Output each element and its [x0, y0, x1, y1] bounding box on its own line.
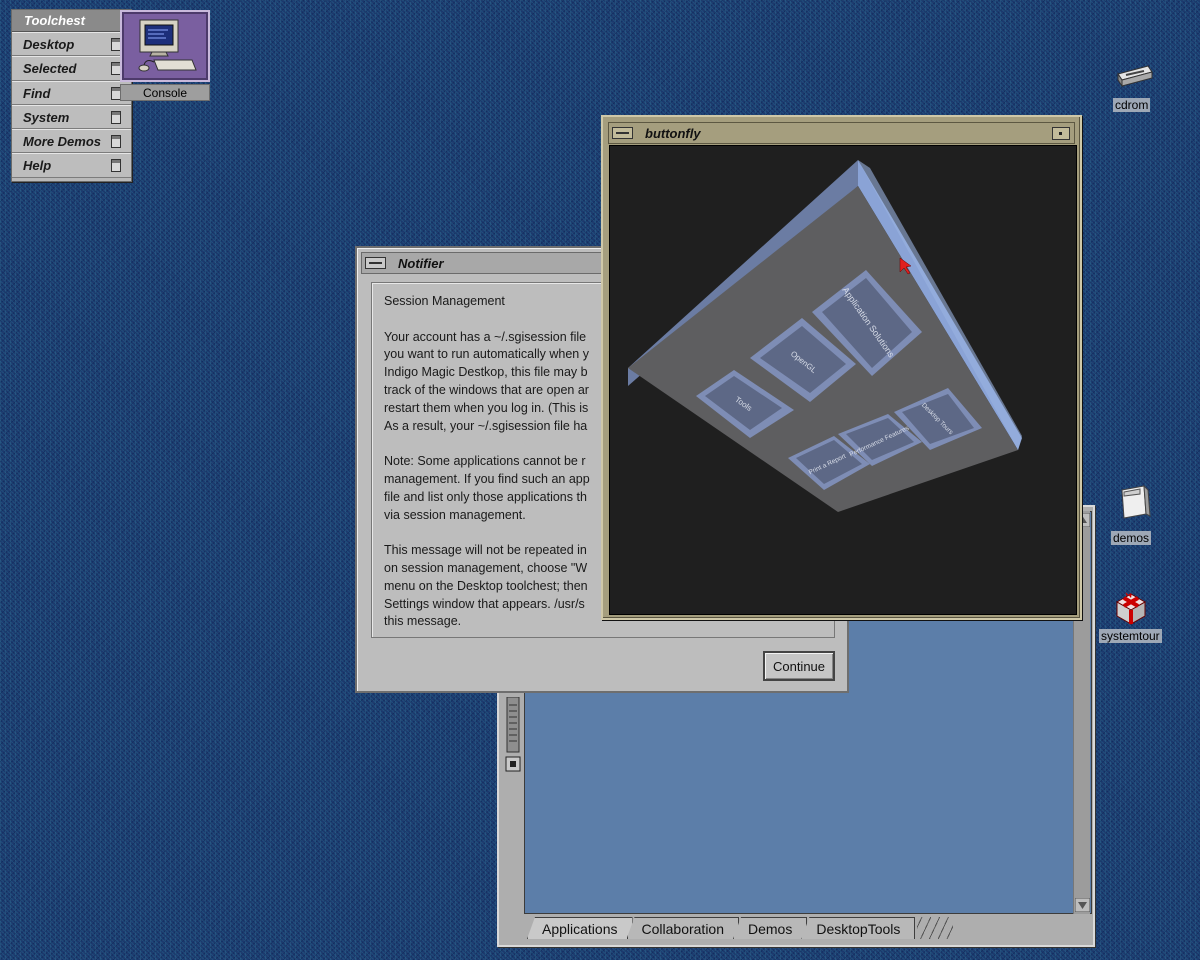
buttonfly-titlebar[interactable]: buttonfly	[608, 122, 1075, 144]
console-icon-label: Console	[120, 84, 210, 101]
text-line: restart them when you log in. (This is	[384, 400, 589, 415]
tab-demos[interactable]: Demos	[733, 917, 808, 939]
text-line: menu on the Desktop toolchest; then	[384, 578, 588, 593]
toolchest-item-label: Help	[23, 158, 52, 174]
text-line: Settings window that appears. /usr/s	[384, 596, 585, 611]
toolchest-item-find[interactable]: Find	[12, 80, 131, 105]
text-line: Indigo Magic Destkop, this file may b	[384, 365, 588, 380]
toolchest-item-more-demos[interactable]: More Demos	[12, 129, 131, 154]
tab-overflow-control[interactable]	[917, 917, 954, 939]
text-line: file and list only those applications th	[384, 489, 587, 504]
submenu-indicator-icon	[111, 159, 121, 173]
gift-box-icon	[1115, 592, 1147, 625]
toolchest-item-system[interactable]: System	[12, 104, 131, 130]
text-line: on session management, choose "W	[384, 560, 588, 575]
text-line: you want to run automatically when y	[384, 347, 589, 362]
buttonfly-window: buttonfly Tools OpenGL Application Solut…	[601, 115, 1082, 620]
submenu-indicator-icon	[111, 110, 121, 124]
toolchest-item-desktop[interactable]: Desktop	[12, 32, 131, 57]
toolchest-item-label: More Demos	[23, 134, 102, 150]
toolchest-title[interactable]: Toolchest	[12, 10, 131, 32]
text-line: As a result, your ~/.sgisession file ha	[384, 418, 588, 433]
toolchest-item-label: System	[23, 109, 70, 125]
toolchest-item-label: Desktop	[23, 37, 75, 52]
cdrom-icon-label: cdrom	[1113, 98, 1151, 112]
continue-button[interactable]: Continue	[763, 651, 835, 681]
text-line: This message will not be repeated in	[384, 543, 587, 558]
console-icon-frame	[120, 10, 210, 82]
text-line: Note: Some applications cannot be r	[384, 454, 586, 469]
computer-icon	[138, 19, 197, 72]
demos-desktop-icon[interactable]: demos	[1108, 484, 1158, 548]
toolchest-item-selected[interactable]: Selected	[12, 56, 131, 81]
tab-applications[interactable]: Applications	[527, 917, 633, 939]
systemtour-icon-label: systemtour	[1099, 629, 1162, 643]
toolchest-item-label: Selected	[23, 61, 77, 77]
file-window-left-slider[interactable]	[505, 696, 522, 772]
submenu-indicator-icon	[111, 135, 121, 149]
buttonfly-title: buttonfly	[645, 126, 701, 141]
notifier-title: Notifier	[398, 256, 444, 271]
cdrom-icon	[1117, 65, 1153, 88]
scroll-down-arrow-icon[interactable]	[1075, 898, 1090, 912]
demos-icon-label: demos	[1111, 531, 1152, 545]
toolchest-menu: Toolchest Desktop Selected Find System M…	[11, 9, 132, 182]
cdrom-desktop-icon[interactable]: cdrom	[1110, 60, 1158, 116]
tab-collaboration[interactable]: Collaboration	[626, 917, 739, 939]
folder-icon	[1121, 484, 1151, 519]
text-line: track of the windows that are open ar	[384, 382, 589, 397]
file-window-tab-bar: Applications Collaboration Demos Desktop…	[527, 915, 954, 939]
toolchest-item-label: Find	[23, 85, 51, 101]
maximize-button[interactable]	[1052, 127, 1070, 140]
buttonfly-3d-canvas[interactable]: Tools OpenGL Application Solutions Print…	[609, 145, 1077, 615]
text-line: via session management.	[384, 507, 526, 522]
console-desktop-icon[interactable]: Console	[120, 10, 210, 101]
toolchest-item-help[interactable]: Help	[12, 153, 131, 178]
window-menu-button[interactable]	[365, 257, 386, 269]
tab-desktoptools[interactable]: DesktopTools	[801, 917, 916, 939]
text-line: this message.	[384, 614, 462, 629]
systemtour-desktop-icon[interactable]: systemtour	[1097, 588, 1167, 648]
window-menu-button[interactable]	[612, 127, 633, 139]
text-line: management. If you find such an app	[384, 471, 590, 486]
text-line: Your account has a ~/.sgisession file	[384, 329, 587, 344]
